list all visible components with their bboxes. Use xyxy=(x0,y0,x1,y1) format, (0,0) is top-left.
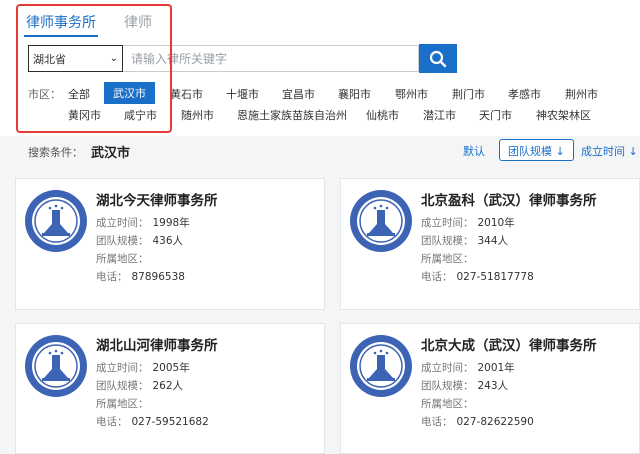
search-panel: 律师事务所 律师 湖北省 ⌄ 请输入律所关键字 市区： 全部 武汉市 黄石市 十… xyxy=(0,0,640,136)
search-condition-label: 搜索条件： xyxy=(28,146,83,159)
team-label: 团队规模： xyxy=(96,235,149,247)
phone-value: 027-59521682 xyxy=(131,416,209,428)
phone-label: 电话： xyxy=(421,416,453,428)
phone-value: 87896538 xyxy=(131,271,185,283)
phone-value: 027-82622590 xyxy=(456,416,534,428)
sort-team-size-button[interactable]: 团队规模 ↓ xyxy=(499,139,574,161)
firm-area-row: 所属地区： xyxy=(96,251,153,266)
team-value: 243人 xyxy=(477,380,509,392)
city-option-wuhan[interactable]: 武汉市 xyxy=(104,82,155,104)
team-label: 团队规模： xyxy=(421,380,474,392)
city-option-all[interactable]: 全部 xyxy=(68,86,90,102)
founded-value: 2010年 xyxy=(477,217,515,229)
tab-lawyers[interactable]: 律师 xyxy=(124,12,152,38)
lawyer-association-logo-icon xyxy=(25,190,87,252)
firm-founded-row: 成立时间： 2001年 xyxy=(421,360,515,375)
city-option-tianmen[interactable]: 天门市 xyxy=(479,107,512,123)
area-label: 所属地区： xyxy=(96,398,149,410)
search-condition-value: 武汉市 xyxy=(91,146,131,161)
search-icon xyxy=(429,50,447,67)
firm-area-row: 所属地区： xyxy=(421,396,478,411)
founded-value: 2001年 xyxy=(477,362,515,374)
city-option-jingmen[interactable]: 荆门市 xyxy=(452,86,485,102)
province-select-value: 湖北省 xyxy=(33,52,66,66)
firm-area-row: 所属地区： xyxy=(421,251,478,266)
firm-phone-row: 电话： 87896538 xyxy=(96,269,185,284)
firm-card[interactable]: 北京盈科（武汉）律师事务所 成立时间： 2010年 团队规模： 344人 所属地区：… xyxy=(340,178,640,310)
firm-card[interactable]: 湖北山河律师事务所 成立时间： 2005年 团队规模： 262人 所属地区： 电话：… xyxy=(15,323,325,454)
city-option-xiantao[interactable]: 仙桃市 xyxy=(366,107,399,123)
search-input[interactable]: 请输入律所关键字 xyxy=(123,45,419,72)
founded-value: 2005年 xyxy=(152,362,190,374)
lawyer-association-logo-icon xyxy=(350,190,412,252)
firm-name[interactable]: 湖北今天律师事务所 xyxy=(96,189,218,209)
firm-founded-row: 成立时间： 2010年 xyxy=(421,215,515,230)
firm-card[interactable]: 北京大成（武汉）律师事务所 成立时间： 2001年 团队规模： 243人 所属地区：… xyxy=(340,323,640,454)
area-label: 所属地区： xyxy=(421,398,474,410)
city-option-shiyan[interactable]: 十堰市 xyxy=(226,86,259,102)
firm-founded-row: 成立时间： 1998年 xyxy=(96,215,190,230)
district-label: 市区： xyxy=(28,88,61,101)
founded-label: 成立时间： xyxy=(96,217,149,229)
city-option-suizhou[interactable]: 随州市 xyxy=(181,107,214,123)
firm-name[interactable]: 湖北山河律师事务所 xyxy=(96,334,218,354)
phone-label: 电话： xyxy=(96,271,128,283)
firm-team-row: 团队规模： 243人 xyxy=(421,378,508,393)
team-label: 团队规模： xyxy=(96,380,149,392)
firm-phone-row: 电话： 027-51817778 xyxy=(421,269,534,284)
firm-area-row: 所属地区： xyxy=(96,396,153,411)
sort-default-button[interactable]: 默认 xyxy=(463,143,485,159)
active-tab-underline xyxy=(24,35,98,37)
phone-label: 电话： xyxy=(421,271,453,283)
area-label: 所属地区： xyxy=(421,253,474,265)
city-option-huangshi[interactable]: 黄石市 xyxy=(170,86,203,102)
city-option-jingzhou[interactable]: 荆州市 xyxy=(565,86,598,102)
phone-value: 027-51817778 xyxy=(456,271,534,283)
city-option-qianjiang[interactable]: 潜江市 xyxy=(423,107,456,123)
lawyer-association-logo-icon xyxy=(350,335,412,397)
firm-founded-row: 成立时间： 2005年 xyxy=(96,360,190,375)
city-option-huanggang[interactable]: 黄冈市 xyxy=(68,107,101,123)
firm-phone-row: 电话： 027-82622590 xyxy=(421,414,534,429)
firm-team-row: 团队规模： 262人 xyxy=(96,378,183,393)
chevron-down-icon: ⌄ xyxy=(109,53,118,64)
team-value: 344人 xyxy=(477,235,509,247)
team-label: 团队规模： xyxy=(421,235,474,247)
city-option-shennongjia[interactable]: 神农架林区 xyxy=(536,107,591,123)
firm-team-row: 团队规模： 436人 xyxy=(96,233,183,248)
lawyer-association-logo-icon xyxy=(25,335,87,397)
firm-team-row: 团队规模： 344人 xyxy=(421,233,508,248)
city-option-xiaogan[interactable]: 孝感市 xyxy=(508,86,541,102)
founded-label: 成立时间： xyxy=(421,362,474,374)
firm-name[interactable]: 北京盈科（武汉）律师事务所 xyxy=(421,189,597,209)
city-option-xiangyang[interactable]: 襄阳市 xyxy=(338,86,371,102)
founded-value: 1998年 xyxy=(152,217,190,229)
province-select[interactable]: 湖北省 ⌄ xyxy=(28,45,123,72)
founded-label: 成立时间： xyxy=(421,217,474,229)
city-option-yichang[interactable]: 宜昌市 xyxy=(282,86,315,102)
phone-label: 电话： xyxy=(96,416,128,428)
firm-name[interactable]: 北京大成（武汉）律师事务所 xyxy=(421,334,597,354)
team-value: 262人 xyxy=(152,380,184,392)
city-option-ezhou[interactable]: 鄂州市 xyxy=(395,86,428,102)
firm-phone-row: 电话： 027-59521682 xyxy=(96,414,209,429)
search-button[interactable] xyxy=(419,44,457,73)
firm-card[interactable]: 湖北今天律师事务所 成立时间： 1998年 团队规模： 436人 所属地区： 电话：… xyxy=(15,178,325,310)
team-value: 436人 xyxy=(152,235,184,247)
filter-bar: 搜索条件： 武汉市 默认 团队规模 ↓ 成立时间 ↓ xyxy=(16,137,640,163)
sort-founded-year-button[interactable]: 成立时间 ↓ xyxy=(581,143,638,159)
city-option-xianning[interactable]: 咸宁市 xyxy=(124,107,157,123)
area-label: 所属地区： xyxy=(96,253,149,265)
city-option-enshi[interactable]: 恩施土家族苗族自治州 xyxy=(237,107,347,123)
founded-label: 成立时间： xyxy=(96,362,149,374)
